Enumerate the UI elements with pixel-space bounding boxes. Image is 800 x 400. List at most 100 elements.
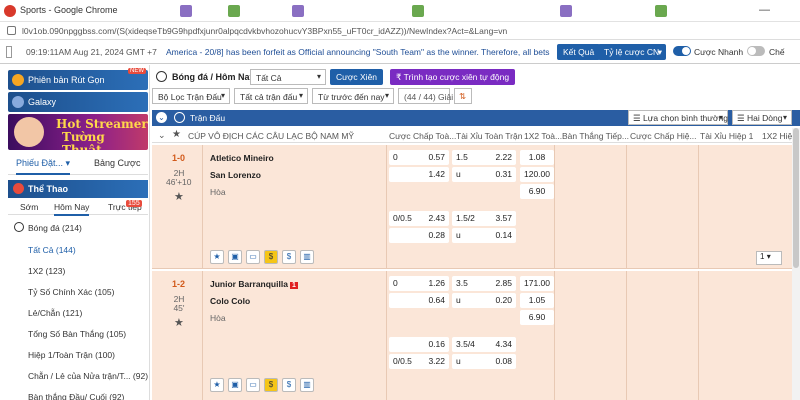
tab-odds-table[interactable]: Bảng Cược xyxy=(94,158,140,168)
section-title: Trận Đấu xyxy=(190,113,226,123)
main-scrollbar[interactable] xyxy=(792,128,800,400)
more-bets-select[interactable]: 1 ▾ xyxy=(756,251,782,265)
quick-bet-toggle[interactable] xyxy=(673,46,691,56)
galaxy-banner[interactable]: Galaxy xyxy=(8,92,148,112)
tab-today[interactable]: Hôm Nay xyxy=(54,202,90,216)
odds-cell[interactable]: 1.05 xyxy=(520,293,554,308)
menu-odd-even[interactable]: Lẻ/Chẵn (121) xyxy=(28,308,149,318)
compact-version-banner[interactable]: Phiên bản Rút Gọn NEW xyxy=(8,68,148,90)
odds-cell[interactable]: 0 0.57 xyxy=(389,150,449,165)
view-select[interactable]: ☰ Lựa chọn bình thường ▾ xyxy=(628,110,728,125)
url-text[interactable]: l0v1ob.090npggbss.com/(S(xideqseTb9G9hpd… xyxy=(22,26,507,36)
odds-cell[interactable]: 1.08 xyxy=(520,150,554,165)
sort-select[interactable]: Từ trước đến nay ▾ xyxy=(312,88,394,104)
dollar-icon[interactable]: $ xyxy=(282,250,296,264)
scroll-handle-icon[interactable] xyxy=(6,46,12,58)
menu-all[interactable]: Tất Cả (144) xyxy=(28,245,149,255)
monitor-icon[interactable]: ▭ xyxy=(246,378,260,392)
tab-favicon-icon[interactable] xyxy=(560,5,572,17)
match-score: 1-2 xyxy=(172,279,186,289)
tab-favicon-icon[interactable] xyxy=(412,5,424,17)
odds-cell[interactable]: u 0.14 xyxy=(452,228,516,243)
chevron-down-icon: ▾ xyxy=(298,91,303,100)
sort-arrows-icon[interactable]: ⇅ xyxy=(454,88,472,104)
matches-filter-select[interactable]: Tất cả trận đấu ▾ xyxy=(234,88,308,104)
collapse-icon[interactable]: ⌄ xyxy=(156,112,167,123)
soccer-ball-icon xyxy=(14,222,24,232)
chevron-down-icon: ▾ xyxy=(657,47,662,57)
draw-label: Hòa xyxy=(210,187,226,197)
main-panel: Bóng đá / Hôm Nay Tất Cả ▾ Cược Xiên ₹ Tr… xyxy=(152,65,800,400)
results-button[interactable]: Kết Quả xyxy=(557,44,601,60)
odds-cell[interactable]: 6.90 xyxy=(520,184,554,199)
star-icon[interactable]: ★ xyxy=(172,129,181,140)
odds-cell[interactable]: 1.5/2 3.57 xyxy=(452,211,516,226)
odds-cell[interactable]: 1.5 2.22 xyxy=(452,150,516,165)
menu-half-odd-even[interactable]: Chẵn / Lẻ của Nửa trận/T... (92) xyxy=(28,371,149,381)
league-filter-select[interactable]: Bộ Lọc Trận Đấu ▾ xyxy=(152,88,230,104)
odds-cell[interactable]: 0.28 xyxy=(389,228,449,243)
odds-cell[interactable]: 0.16 xyxy=(389,337,449,352)
odds-cell[interactable]: 0.64 xyxy=(389,293,449,308)
tab-live[interactable]: Trực tiếp 155 xyxy=(108,200,142,212)
odds-cell[interactable]: 1.42 xyxy=(389,167,449,182)
tab-favicon-icon[interactable] xyxy=(180,5,192,17)
col-half-1x2: 1X2 Hiệ xyxy=(762,131,793,141)
menu-soccer[interactable]: Bóng đá (214) xyxy=(28,223,149,233)
menu-first-last-goal[interactable]: Bàn thắng Đầu/ Cuối (92) xyxy=(28,392,149,400)
odds-cell[interactable]: u 0.31 xyxy=(452,167,516,182)
sport-breadcrumb: Bóng đá / Hôm Nay xyxy=(172,72,255,82)
odds-cell[interactable]: u 0.08 xyxy=(452,354,516,369)
favorite-star-icon[interactable]: ★ xyxy=(174,190,184,203)
favorite-star-icon[interactable]: ★ xyxy=(210,250,224,264)
minimize-button[interactable]: — xyxy=(759,4,770,16)
parlay-button[interactable]: Cược Xiên xyxy=(330,69,384,85)
filter-select[interactable]: Tất Cả ▾ xyxy=(250,69,326,85)
dollar-icon[interactable]: $ xyxy=(282,378,296,392)
bar-chart-icon[interactable]: ▥ xyxy=(300,250,314,264)
odds-cell[interactable]: 6.90 xyxy=(520,310,554,325)
menu-correct-score[interactable]: Tỷ Số Chính Xác (105) xyxy=(28,287,149,297)
tab-favicon-icon[interactable] xyxy=(655,5,667,17)
site-topbar: 09:19:11AM Aug 21, 2024 GMT +7 America -… xyxy=(0,40,800,64)
cashout-icon[interactable]: $ xyxy=(264,250,278,264)
cashout-icon[interactable]: $ xyxy=(264,378,278,392)
odds-cell[interactable]: 0/0.5 2.43 xyxy=(389,211,449,226)
auto-parlay-button[interactable]: ₹ Trình tạo cược xiên tự động xyxy=(390,69,516,85)
site-info-icon[interactable] xyxy=(7,26,16,35)
home-team: Junior Barranquilla 1 xyxy=(210,279,298,289)
che-toggle[interactable] xyxy=(747,46,765,56)
address-bar[interactable]: l0v1ob.090npggbss.com/(S(xideqseTb9G9hpd… xyxy=(0,22,800,40)
news-ticker[interactable]: America - 20/8] has been forfeit as Offi… xyxy=(166,47,550,57)
tab-favicon-icon[interactable] xyxy=(292,5,304,17)
menu-1x2[interactable]: 1X2 (123) xyxy=(28,266,149,276)
time-tabs: Sớm Hôm Nay Trực tiếp 155 xyxy=(8,199,148,216)
odds-cell[interactable]: 3.5/4 4.34 xyxy=(452,337,516,352)
favorite-star-icon[interactable]: ★ xyxy=(210,378,224,392)
match-row: 1-0 2H 46'+10 ★ Atletico Mineiro San Lor… xyxy=(152,145,792,269)
away-team: Colo Colo xyxy=(210,296,251,306)
stats-card-icon[interactable]: ▣ xyxy=(228,378,242,392)
tab-early[interactable]: Sớm xyxy=(20,202,38,212)
sports-header[interactable]: Thể Thao xyxy=(8,180,148,198)
odds-cell[interactable]: 120.00 xyxy=(520,167,554,182)
odds-type-select[interactable]: Tỷ lệ cược CN ▾ xyxy=(598,44,666,60)
hot-streamer-banner[interactable]: Hot Streamer Tường Thuật xyxy=(8,114,148,150)
monitor-icon[interactable]: ▭ xyxy=(246,250,260,264)
odds-cell[interactable]: 3.5 2.85 xyxy=(452,276,516,291)
bar-chart-icon[interactable]: ▥ xyxy=(300,378,314,392)
tab-bet-slip[interactable]: Phiếu Đặt... ▾ xyxy=(16,158,71,175)
scrollbar-thumb[interactable] xyxy=(793,128,799,268)
col-handicap: Cược Chấp Toà... xyxy=(389,131,457,141)
collapse-league-icon[interactable]: ⌄ xyxy=(158,130,166,141)
menu-half-full[interactable]: Hiệp 1/Toàn Trận (100) xyxy=(28,350,149,360)
favorite-star-icon[interactable]: ★ xyxy=(174,316,184,329)
tab-favicon-icon[interactable] xyxy=(228,5,240,17)
odds-cell[interactable]: u 0.20 xyxy=(452,293,516,308)
menu-total-goals[interactable]: Tổng Số Bàn Thắng (105) xyxy=(28,329,149,339)
stats-card-icon[interactable]: ▣ xyxy=(228,250,242,264)
odds-cell[interactable]: 0 1.26 xyxy=(389,276,449,291)
odds-cell[interactable]: 171.00 xyxy=(520,276,554,291)
two-line-select[interactable]: ☰ Hai Dòng ▾ xyxy=(732,110,792,125)
odds-cell[interactable]: 0/0.5 3.22 xyxy=(389,354,449,369)
